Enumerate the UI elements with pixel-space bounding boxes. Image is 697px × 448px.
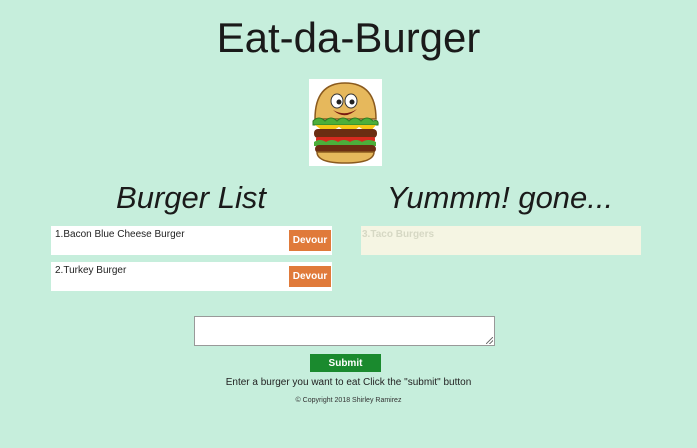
resize-handle-icon[interactable]	[486, 337, 493, 344]
burger-list-heading: Burger List	[116, 180, 266, 215]
burger-input[interactable]	[194, 316, 495, 346]
burger-name: 1.Bacon Blue Cheese Burger	[55, 229, 185, 240]
devoured-burger-name: 3.Taco Burgers	[362, 229, 435, 240]
devoured-heading: Yummm! gone...	[386, 180, 614, 215]
instructions-text: Enter a burger you want to eat Click the…	[225, 377, 472, 388]
burger-name: 2.Turkey Burger	[55, 265, 127, 276]
copyright-footer: © Copyright 2018 Shirley Ramirez	[295, 397, 402, 404]
page-title: Eat-da-Burger	[216, 14, 481, 61]
list-item: 2.Turkey Burger Devour	[51, 262, 332, 291]
list-item: 1.Bacon Blue Cheese Burger Devour	[51, 226, 332, 255]
devour-button[interactable]: Devour	[289, 266, 331, 287]
burger-logo	[309, 79, 382, 166]
burger-mascot-icon	[312, 82, 379, 164]
submit-button[interactable]: Submit	[310, 354, 381, 372]
devoured-item: 3.Taco Burgers	[361, 226, 641, 255]
devour-button[interactable]: Devour	[289, 230, 331, 251]
